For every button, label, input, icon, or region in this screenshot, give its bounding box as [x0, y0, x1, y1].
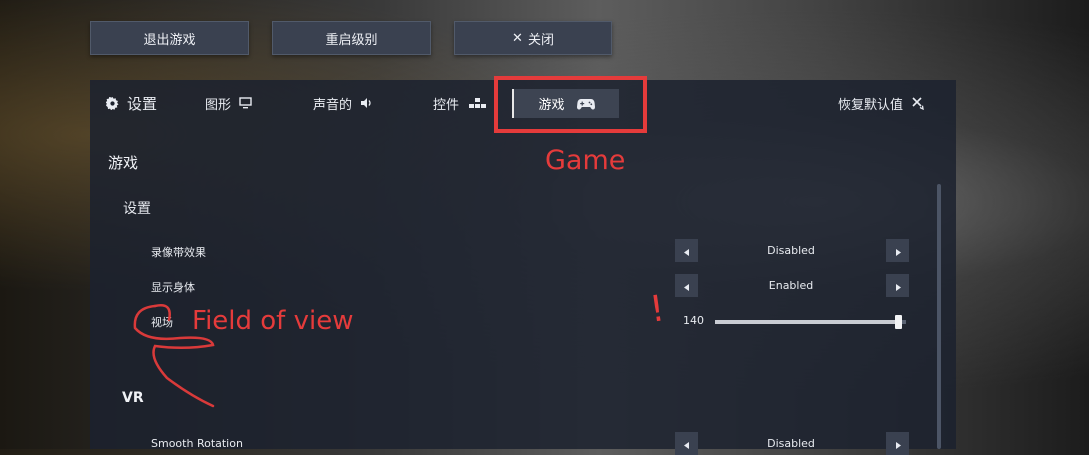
monitor-icon — [239, 97, 252, 109]
annotation-game-label: Game — [545, 145, 626, 176]
show-body-value: Enabled — [768, 279, 814, 292]
settings-title: 设置 — [127, 94, 158, 113]
arrow-left-icon — [683, 434, 690, 453]
close-x-icon: ✕ — [512, 30, 523, 46]
restore-defaults-label: 恢复默认值 — [838, 97, 904, 113]
arrow-right-icon — [895, 434, 901, 453]
speaker-icon — [360, 97, 374, 109]
show-body-prev-button[interactable] — [675, 274, 698, 297]
tab-audio[interactable]: 声音的 — [313, 80, 374, 126]
annotation-game-box — [494, 76, 647, 133]
fov-value: 140 — [683, 314, 704, 327]
fov-slider-fill — [715, 320, 899, 324]
show-body-next-button[interactable] — [886, 274, 909, 297]
arrow-left-icon — [683, 276, 690, 295]
section-title-game: 游戏 — [108, 154, 139, 172]
fov-slider-track[interactable] — [715, 315, 906, 329]
subsection-title-settings: 设置 — [123, 201, 151, 217]
quit-game-button[interactable]: 退出游戏 — [90, 21, 249, 55]
smooth-rotation-value: Disabled — [767, 437, 815, 450]
close-label: 关闭 — [527, 32, 554, 48]
vhs-effect-prev-button[interactable] — [675, 239, 698, 262]
tab-controls-label: 控件 — [433, 97, 460, 113]
controls-blocks-icon — [469, 97, 487, 109]
gear-icon — [106, 96, 119, 110]
fov-slider-thumb[interactable] — [895, 315, 902, 329]
arrow-right-icon — [895, 241, 901, 260]
arrow-right-icon — [895, 276, 901, 295]
smooth-rotation-next-button[interactable] — [886, 432, 909, 455]
row-label-show-body: 显示身体 — [151, 281, 195, 294]
reset-icon — [911, 96, 925, 110]
quit-game-label: 退出游戏 — [143, 32, 196, 48]
arrow-left-icon — [683, 241, 690, 260]
vhs-effect-value: Disabled — [767, 244, 815, 257]
tab-graphics[interactable]: 图形 — [205, 80, 252, 126]
tab-controls[interactable]: 控件 — [433, 80, 487, 126]
annotation-circle-scribble — [133, 304, 215, 408]
vhs-effect-next-button[interactable] — [886, 239, 909, 262]
row-label-vhs-effect: 录像带效果 — [151, 246, 206, 259]
smooth-rotation-prev-button[interactable] — [675, 432, 698, 455]
row-label-smooth-rotation: Smooth Rotation — [151, 437, 243, 450]
tab-graphics-label: 图形 — [205, 97, 232, 113]
tab-audio-label: 声音的 — [313, 97, 353, 113]
close-button[interactable]: ✕ 关闭 — [454, 21, 612, 55]
restart-level-label: 重启级别 — [325, 32, 378, 48]
restart-level-button[interactable]: 重启级别 — [272, 21, 431, 55]
restore-defaults-button[interactable]: 恢复默认值 — [838, 80, 925, 126]
scrollbar[interactable] — [937, 184, 941, 449]
settings-header: 设置 — [106, 80, 157, 126]
